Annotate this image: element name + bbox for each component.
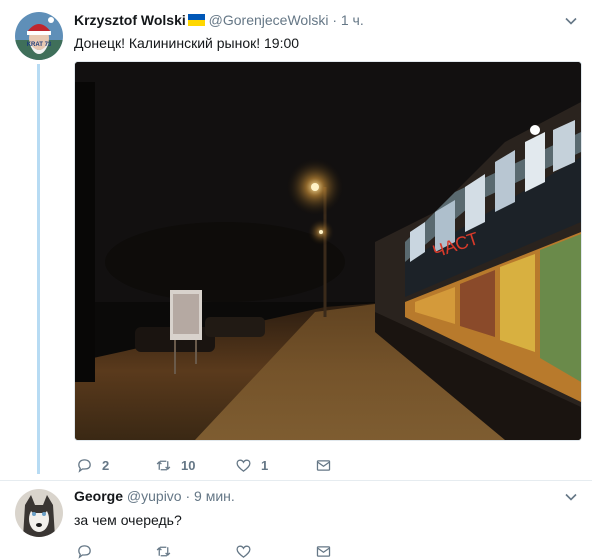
retweet-icon bbox=[156, 460, 171, 470]
retweet-icon bbox=[156, 546, 171, 556]
tweet[interactable]: KRAT 73 Krzysztof Wolski @GorenjeceWolsk… bbox=[0, 0, 592, 480]
retweet-button[interactable] bbox=[155, 542, 181, 560]
like-button[interactable] bbox=[235, 542, 261, 560]
author-name[interactable]: George bbox=[74, 488, 123, 504]
direct-message-icon bbox=[316, 459, 331, 471]
reply-icon bbox=[78, 544, 91, 559]
author-name[interactable]: Krzysztof Wolski bbox=[74, 12, 186, 28]
retweet-button[interactable]: 10 bbox=[155, 456, 195, 474]
reply-icon bbox=[78, 458, 91, 473]
retweet-count: 10 bbox=[181, 457, 196, 473]
direct-message-icon bbox=[316, 545, 331, 557]
tweet-text: за чем очередь? bbox=[74, 512, 182, 528]
handle-and-time[interactable]: @yupivo · 9 мин. bbox=[127, 488, 235, 504]
like-count: 1 bbox=[261, 457, 269, 473]
ukraine-flag-icon bbox=[187, 14, 205, 26]
like-icon bbox=[236, 545, 251, 558]
chevron-down-icon[interactable] bbox=[564, 490, 578, 504]
tweet[interactable]: George @yupivo · 9 мин. за чем очередь? bbox=[0, 480, 592, 560]
handle-and-time[interactable]: @GorenjeceWolski · 1 ч. bbox=[209, 12, 364, 28]
avatar[interactable]: KRAT 73 bbox=[15, 12, 63, 60]
like-icon bbox=[236, 459, 251, 472]
avatar[interactable] bbox=[15, 489, 63, 537]
reply-button[interactable]: 2 bbox=[76, 456, 109, 474]
tweet-header: George @yupivo · 9 мин. bbox=[74, 487, 235, 505]
like-button[interactable]: 1 bbox=[235, 456, 268, 474]
direct-message-button[interactable] bbox=[315, 456, 332, 474]
tweet-text: Донецк! Калининский рынок! 19:00 bbox=[74, 35, 300, 51]
chevron-down-icon[interactable] bbox=[564, 14, 578, 28]
reply-button[interactable] bbox=[76, 542, 102, 560]
reply-count: 2 bbox=[102, 457, 110, 473]
avatar-caption: KRAT 73 bbox=[27, 42, 52, 48]
direct-message-button[interactable] bbox=[315, 542, 332, 560]
tweet-header: Krzysztof Wolski @GorenjeceWolski · 1 ч. bbox=[74, 11, 364, 29]
tweet-photo[interactable]: ЧАСТ bbox=[74, 61, 582, 441]
